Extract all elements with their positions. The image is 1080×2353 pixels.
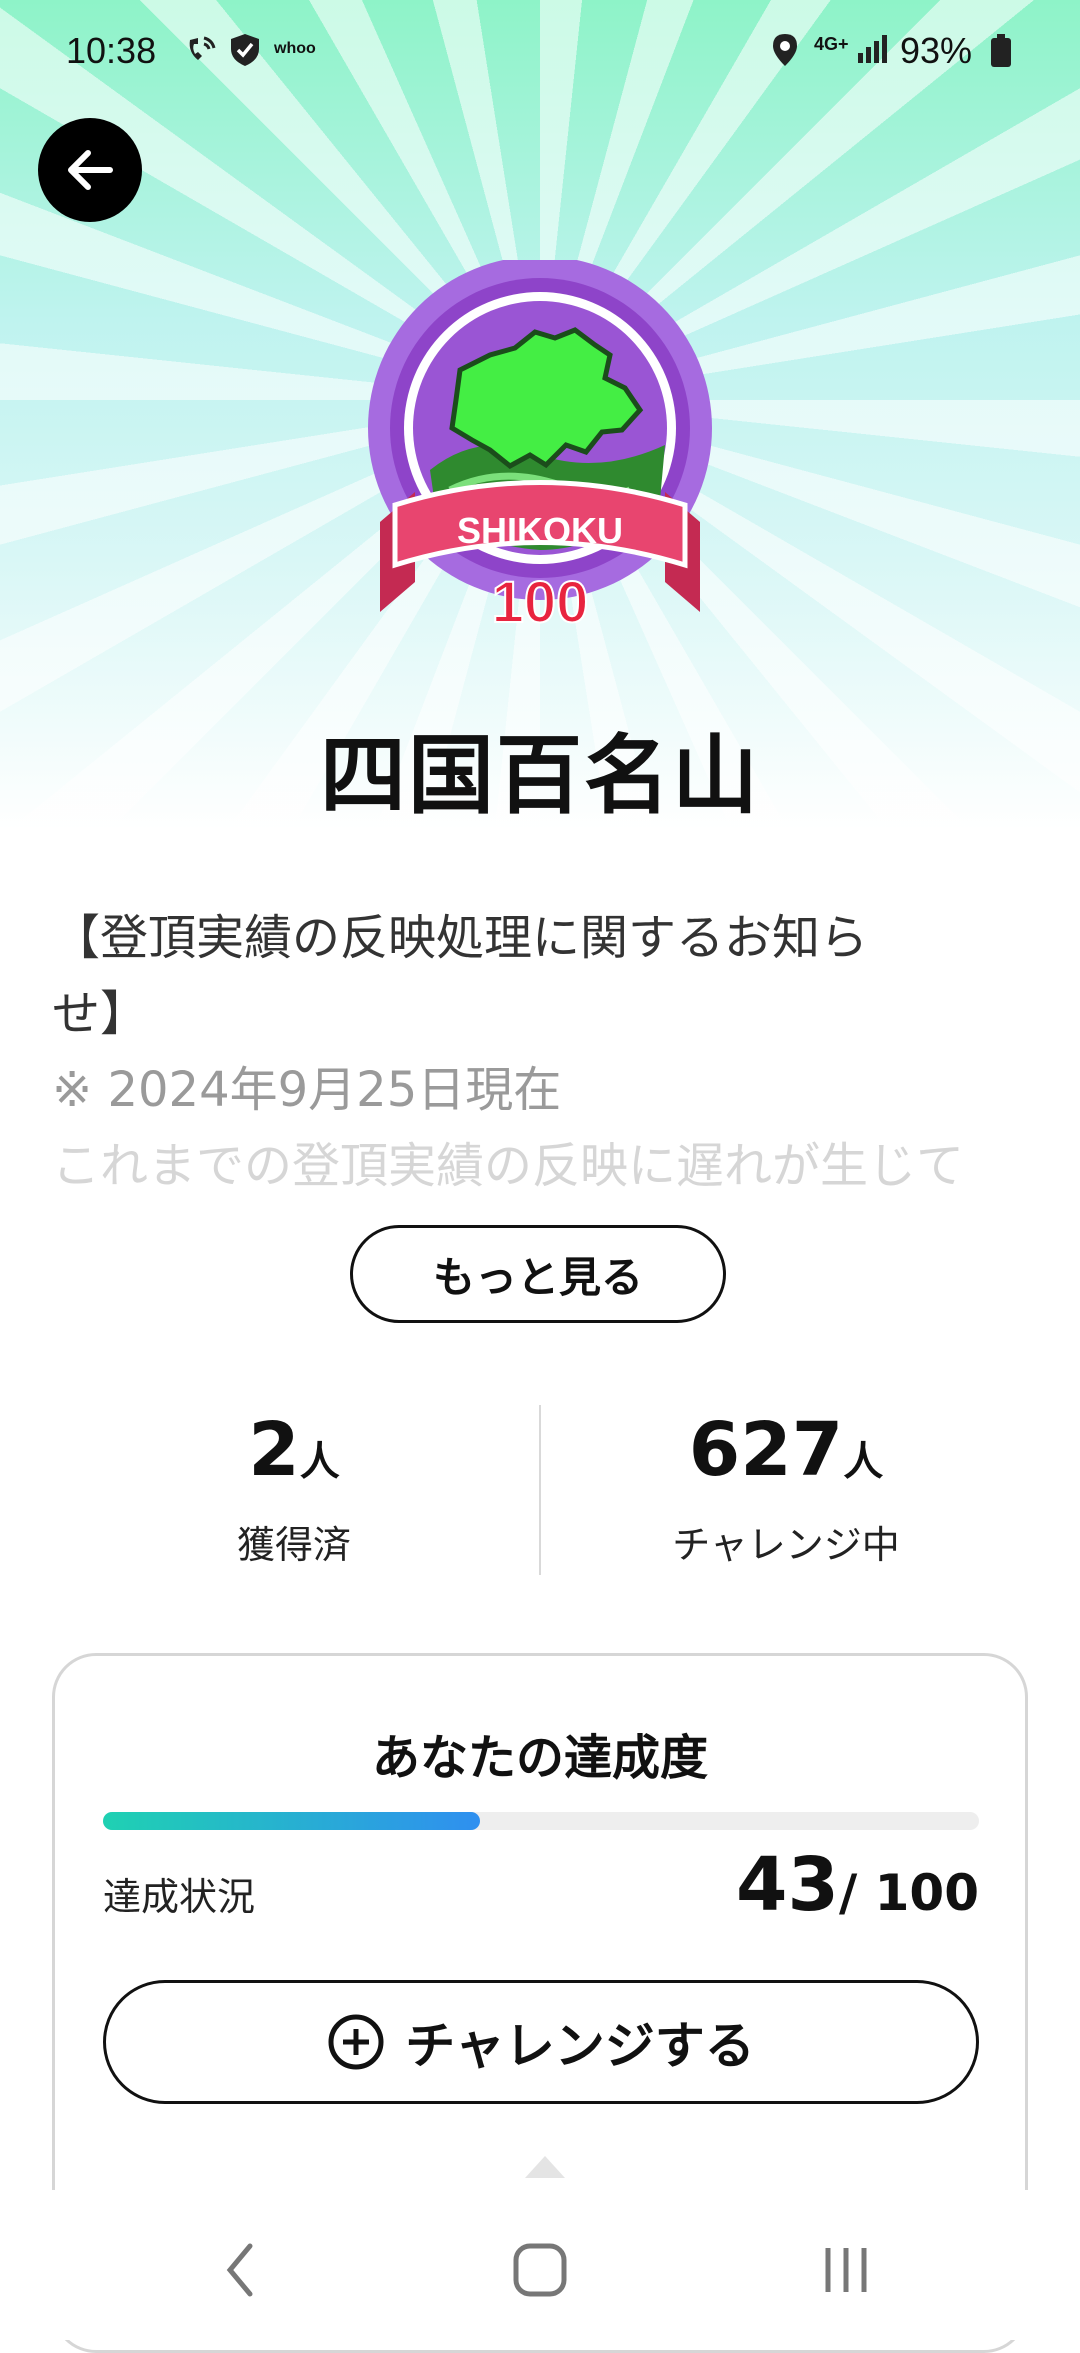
challenging-unit: 人 xyxy=(843,1439,884,1485)
progress-achieved: 43 xyxy=(735,1842,839,1928)
notice-line-1: 【登頂実績の反映処理に関するお知ら xyxy=(52,910,869,966)
acquired-label: 獲得済 xyxy=(236,1523,351,1567)
wifi-calling-icon xyxy=(184,32,218,75)
battery-icon xyxy=(990,34,1012,77)
progress-bar xyxy=(103,1812,979,1830)
app-label: whoo xyxy=(274,40,316,57)
signal-icon xyxy=(856,32,888,74)
network-type: 4G+ xyxy=(814,34,849,54)
nav-recents-button[interactable] xyxy=(806,2230,886,2310)
recents-bars-icon xyxy=(825,2248,867,2292)
stat-challenging: 627人 チャレンジ中 xyxy=(516,1400,1056,1569)
chevron-left-icon xyxy=(226,2243,253,2297)
page-title: 四国百名山 xyxy=(320,726,760,826)
plus-circle-icon xyxy=(328,2014,384,2070)
show-more-button[interactable]: もっと見る xyxy=(350,1225,726,1323)
acquired-unit: 人 xyxy=(299,1439,340,1485)
stats-divider xyxy=(539,1405,541,1575)
system-nav-bar xyxy=(0,2190,1080,2340)
challenge-button-label: チャレンジする xyxy=(405,2017,755,2075)
nav-home-button[interactable] xyxy=(500,2230,580,2310)
acquired-count: 2 xyxy=(248,1407,300,1493)
challenging-count: 627 xyxy=(688,1407,844,1493)
nav-back-button[interactable] xyxy=(200,2230,280,2310)
progress-status-label: 達成状況 xyxy=(103,1875,256,1919)
challenge-button[interactable]: チャレンジする xyxy=(103,1980,979,2104)
battery-percent: 93% xyxy=(900,30,973,71)
notice-line-2: せ】 xyxy=(52,986,149,1042)
stat-acquired: 2人 獲得済 xyxy=(24,1400,564,1569)
home-rounded-square-icon xyxy=(513,2243,567,2297)
arrow-left-icon xyxy=(68,150,113,190)
badge-number: 100 xyxy=(492,570,589,635)
status-bar: 10:38 whoo 4G+ 93% xyxy=(0,0,1080,100)
progress-bar-fill xyxy=(103,1812,480,1830)
scroll-caret-icon xyxy=(525,2156,565,2178)
notice-line-4: これまでの登頂実績の反映に遅れが生じて xyxy=(52,1138,965,1194)
achievement-badge: SHIKOKU 100 xyxy=(340,256,740,660)
progress-total: / 100 xyxy=(838,1864,979,1922)
back-button[interactable] xyxy=(38,118,142,222)
notice-text: 【登頂実績の反映処理に関するお知ら せ】 ※ 2024年9月25日現在 これまで… xyxy=(52,900,1032,1204)
badge-ribbon-text: SHIKOKU xyxy=(457,510,623,551)
progress-card-title: あなたの達成度 xyxy=(371,1730,708,1786)
shield-check-icon xyxy=(228,32,262,77)
progress-value: 43/ 100 xyxy=(736,1842,979,1928)
status-time: 10:38 xyxy=(66,30,157,71)
location-icon xyxy=(770,32,800,77)
challenging-label: チャレンジ中 xyxy=(672,1523,900,1567)
notice-line-3: ※ 2024年9月25日現在 xyxy=(52,1062,562,1118)
